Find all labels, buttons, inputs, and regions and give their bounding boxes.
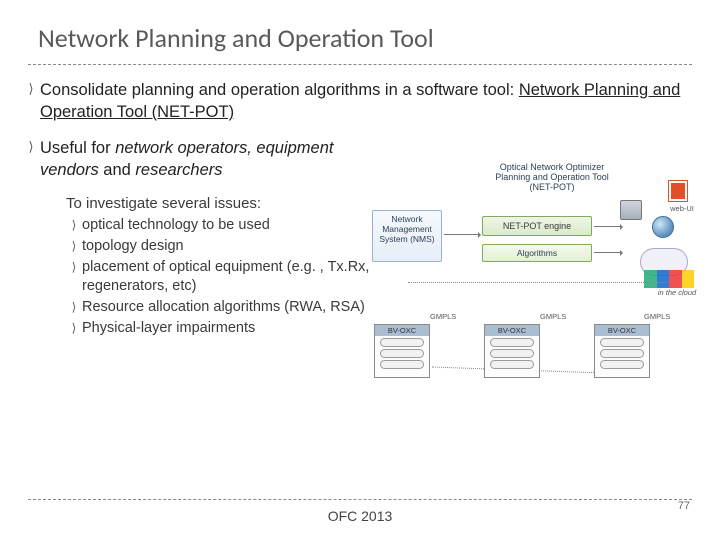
bullet-icon: ⟩ (66, 258, 82, 277)
sub-item-text: Resource allocation algorithms (RWA, RSA… (82, 298, 365, 317)
chip-icon (620, 200, 642, 220)
sub-item-text: topology design (82, 237, 184, 256)
footer-divider (28, 499, 692, 500)
bullet-icon: ⟩ (22, 79, 40, 99)
dg-node: BV-OXC (594, 324, 650, 378)
sub-item-text: optical technology to be used (82, 216, 270, 235)
node-hdr: BV-OXC (595, 325, 649, 336)
dotted-link (408, 282, 668, 283)
dg-node: BV-OXC (374, 324, 430, 378)
html5-icon (668, 180, 688, 202)
node-hdr: BV-OXC (375, 325, 429, 336)
bullet-icon: ⟩ (66, 319, 82, 338)
dg-engine-box: NET-POT engine (482, 216, 592, 236)
bullet-1-text: Consolidate planning and operation algor… (40, 79, 720, 123)
bullet-icon: ⟩ (22, 137, 40, 157)
node-hdr: BV-OXC (485, 325, 539, 336)
gmpls-label: GMPLS (540, 312, 566, 321)
cloud-note: in the cloud (652, 288, 702, 297)
services-icon (644, 270, 694, 288)
bullet-2-text: Useful for network operators, equipment … (40, 137, 370, 181)
bullet-icon: ⟩ (66, 216, 82, 235)
footer-text: OFC 2013 (0, 508, 720, 524)
webui-label: web-UI (668, 204, 696, 213)
dg-opt-title: Optical Network Optimizer Planning and O… (492, 162, 612, 192)
sub-item-text: placement of optical equipment (e.g. , T… (82, 258, 372, 296)
dg-algos-box: Algorithms (482, 244, 592, 262)
dg-arrow (594, 226, 622, 227)
dg-arrow (594, 252, 622, 253)
architecture-diagram: Optical Network Optimizer Planning and O… (372, 170, 702, 470)
globe-icon (652, 216, 674, 238)
bullet-icon: ⟩ (66, 298, 82, 317)
sub-item-text: Physical-layer impairments (82, 319, 255, 338)
bullet-icon: ⟩ (66, 237, 82, 256)
gmpls-label: GMPLS (430, 312, 456, 321)
dg-nms-box: Network Management System (NMS) (372, 210, 442, 262)
dg-arrow (444, 234, 480, 235)
dg-node: BV-OXC (484, 324, 540, 378)
page-title: Network Planning and Operation Tool (0, 0, 720, 60)
page-number: 77 (678, 500, 690, 512)
gmpls-label: GMPLS (644, 312, 670, 321)
bullet-1: ⟩ Consolidate planning and operation alg… (22, 79, 720, 123)
b1-pre: Consolidate planning and operation algor… (40, 81, 519, 99)
